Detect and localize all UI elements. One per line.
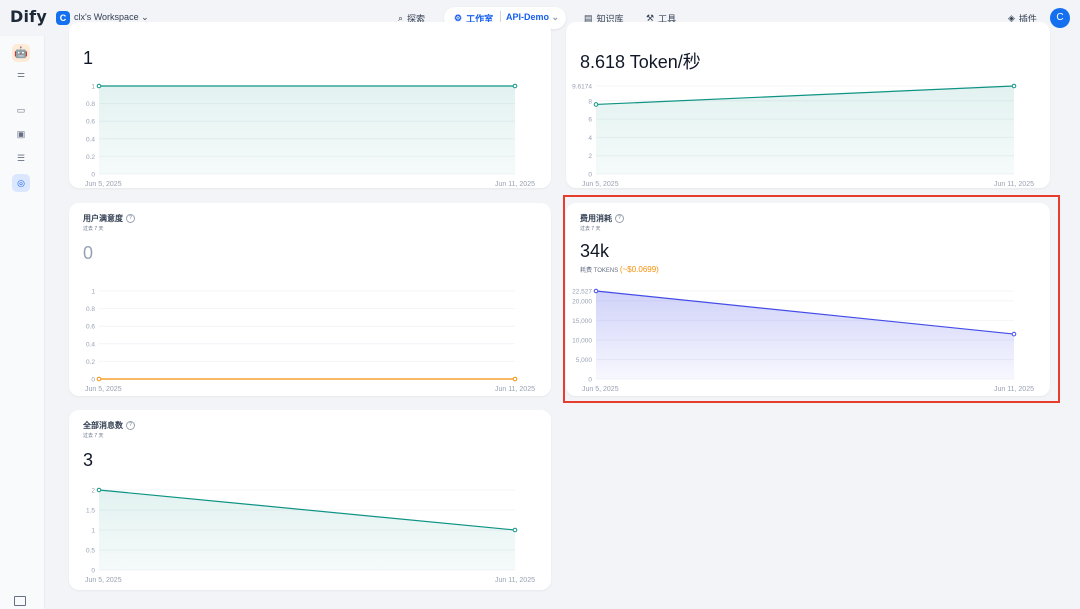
x-tick-label: Jun 5, 2025 [85, 181, 122, 188]
app-name: API-Demo [506, 12, 550, 22]
card-value: 3 [83, 450, 94, 470]
y-tick-label: 0.5 [86, 548, 95, 555]
card-messages: 全部消息数? 过去 7 天 3 2 1.5 1 0.5 0 Jun 5, 2025 Jun … [69, 410, 551, 590]
data-point [593, 102, 599, 107]
series-area [99, 86, 515, 174]
workspace-badge[interactable]: C [56, 11, 70, 25]
x-tick-label: Jun 5, 2025 [85, 577, 122, 584]
y-tick-label: 0.2 [86, 359, 95, 366]
data-point [96, 376, 102, 382]
card-top-right: 8.618 Token/秒 9.6174 8 6 4 2 0 Jun 5, 2025 Jun … [566, 22, 1050, 188]
y-tick-label: 0.8 [86, 101, 95, 108]
y-tick-label: 0 [91, 172, 95, 179]
avatar[interactable]: C [1050, 8, 1070, 28]
app-sidebar: 🤖 ⚌ ▭ ▣ ☰ ◎ [0, 36, 45, 609]
terminal-icon[interactable]: ▣ [13, 126, 29, 142]
logs-icon[interactable]: ☰ [13, 150, 29, 166]
y-tick-label: 0.4 [86, 341, 95, 348]
data-point [96, 487, 102, 493]
chart-top-left: 1 0.8 0.6 0.4 0.2 0 Jun 5, 2025 Jun 11, 2025 [85, 83, 535, 189]
card-subtitle: 过去 7 天 [83, 226, 104, 232]
x-tick-label: Jun 11, 2025 [994, 181, 1034, 188]
card-value: 1 [83, 48, 94, 68]
card-title: 全部消息数? [83, 420, 135, 431]
y-tick-label: 4 [588, 135, 592, 142]
x-tick-label: Jun 11, 2025 [495, 386, 535, 393]
chart-top-right: 9.6174 8 6 4 2 0 Jun 5, 2025 Jun 11, 2025 [572, 83, 1034, 189]
x-tick-label: Jun 11, 2025 [495, 577, 535, 584]
card-value: 8.618 Token/秒 [580, 52, 701, 72]
y-tick-label: 8 [588, 98, 592, 105]
data-point [1011, 83, 1017, 89]
dify-logo[interactable]: Dify [10, 7, 47, 26]
y-tick-label: 0.6 [86, 119, 95, 126]
y-tick-label: 1 [91, 528, 95, 535]
card-value: 0 [83, 243, 94, 263]
y-tick-label: 0.4 [86, 136, 95, 143]
y-tick-label: 9.6174 [572, 84, 592, 91]
y-tick-label: 1 [91, 289, 95, 296]
y-tick-label: 0.8 [86, 306, 95, 313]
card-subtitle: 过去 7 天 [83, 433, 104, 439]
data-point [512, 83, 518, 89]
chevron-down-icon: ⌄ [551, 12, 560, 22]
info-icon[interactable]: ? [126, 421, 135, 430]
y-tick-label: 2 [91, 488, 95, 495]
settings-icon[interactable]: ⚌ [13, 66, 29, 82]
card-top-left: 1 1 0.8 0.6 0.4 0.2 0 Jun 5, 2025 Jun 11, 2025 [69, 22, 551, 188]
y-tick-label: 0 [588, 172, 592, 179]
overview-icon[interactable]: ▭ [13, 102, 29, 118]
workspace-name: clx's Workspace [74, 12, 139, 22]
monitoring-icon[interactable]: ◎ [12, 174, 30, 192]
chart-satisfaction: 1 0.8 0.6 0.4 0.2 0 Jun 5, 2025 Jun 11, 2025 [85, 289, 535, 394]
data-point [512, 527, 518, 533]
chart-messages: 2 1.5 1 0.5 0 Jun 5, 2025 Jun 11, 2025 [85, 487, 535, 585]
card-title-text: 用户满意度 [83, 214, 123, 223]
series-area [596, 86, 1014, 174]
series-area [99, 490, 515, 570]
data-point [96, 83, 102, 89]
chevron-down-icon: ⌄ [141, 12, 149, 22]
y-tick-label: 1.5 [86, 508, 95, 515]
collapse-sidebar-icon[interactable] [14, 596, 26, 606]
card-title: 用户满意度? [83, 213, 135, 224]
app-icon[interactable]: 🤖 [12, 44, 30, 62]
x-tick-label: Jun 5, 2025 [85, 386, 122, 393]
x-tick-label: Jun 5, 2025 [582, 181, 619, 188]
y-tick-label: 2 [588, 153, 592, 160]
data-point [512, 376, 518, 382]
card-title-text: 全部消息数 [83, 421, 123, 430]
y-tick-label: 1 [91, 84, 95, 91]
y-tick-label: 0 [91, 568, 95, 575]
card-satisfaction: 用户满意度? 过去 7 天 0 1 0.8 0.6 0.4 0.2 0 Jun 5, 202… [69, 203, 551, 396]
y-tick-label: 0.6 [86, 324, 95, 331]
x-tick-label: Jun 11, 2025 [495, 181, 535, 188]
y-tick-label: 6 [588, 117, 592, 124]
highlight-box [563, 195, 1060, 403]
y-tick-label: 0 [91, 377, 95, 384]
y-tick-label: 0.2 [86, 154, 95, 161]
info-icon[interactable]: ? [126, 214, 135, 223]
